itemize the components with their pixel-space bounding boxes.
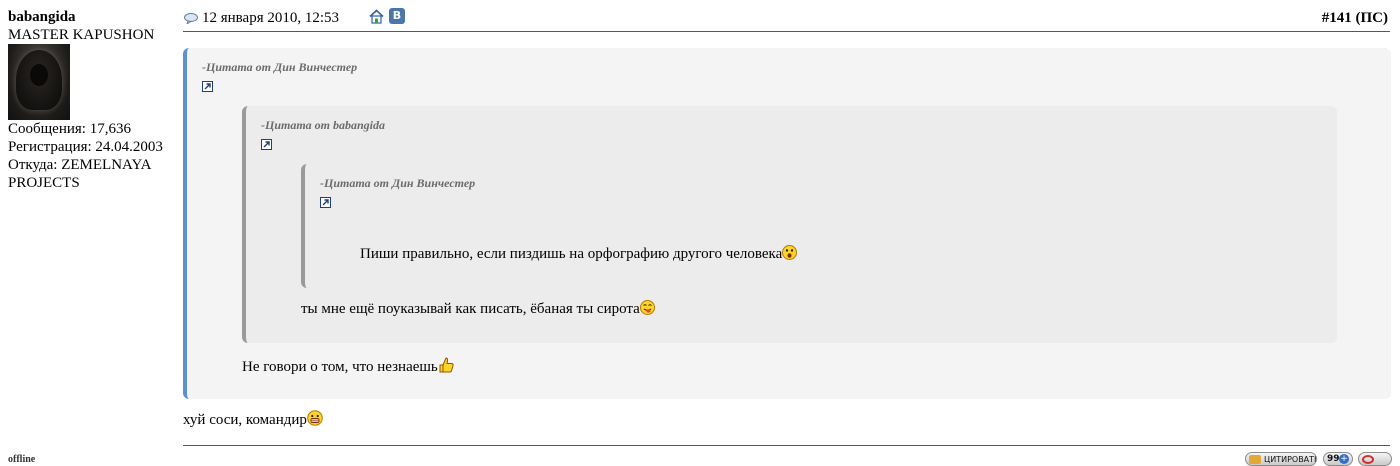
quote-text-middle: ты мне ещё поуказывай как писать, ёбаная… [301,300,655,320]
multi-quote-label: 99 [1327,454,1340,464]
plus-icon: + [1339,454,1349,464]
multi-quote-button[interactable]: 99 + [1323,452,1353,466]
post-footer-divider [183,445,1390,446]
user-registration-date: Регистрация: 24.04.2003 [8,139,163,155]
post-number-value[interactable]: #141 [1322,10,1352,26]
quote-author-inner: -Цитата от Дин Винчестер [320,176,476,190]
thumbs-up-smiley-icon [438,356,455,378]
quote-button-label: ЦИТИРОВАТЬ [1264,455,1317,464]
user-location-line2: PROJECTS [8,175,80,191]
quote-text-inner: Пиши правильно, если пиздишь на орфограф… [360,245,798,265]
speech-bubble-icon [184,11,198,26]
quote-button[interactable]: ЦИТИРОВАТЬ [1245,452,1317,466]
username[interactable]: babangida [8,8,178,26]
post-message-text: хуй соси, командир [183,412,307,428]
quote-text-middle-label: ты мне ещё поуказывай как писать, ёбаная… [301,301,640,317]
post-number-suffix[interactable]: (ПС) [1356,10,1389,26]
quote-text-outer: Не говори о том, что незнаешь [242,356,455,378]
report-button[interactable] [1358,452,1392,466]
quote-author-outer: -Цитата от Дин Винчестер [202,60,358,74]
tongue-smiley-icon [639,300,655,320]
avatar[interactable] [8,44,70,120]
quote-text-outer-label: Не говори о том, что незнаешь [242,359,438,375]
post-header: 12 января 2010, 12:53 В #141 (ПС) [183,8,1390,32]
quote-author-middle: -Цитата от babangida [261,118,386,132]
post-date: 12 января 2010, 12:53 [202,10,340,26]
quote-icon [1249,455,1261,464]
view-post-arrow-icon[interactable] [202,81,213,92]
shocked-smiley-icon [782,245,798,265]
grin-smiley-icon [307,410,323,431]
user-panel: babangida MASTER KAPUSHON Сообщения: 17,… [8,8,178,192]
home-icon[interactable] [369,9,384,24]
forum-post: babangida MASTER KAPUSHON Сообщения: 17,… [0,0,1400,466]
quote-text-inner-label: Пиши правильно, если пиздишь на орфограф… [360,246,783,262]
user-title: MASTER KAPUSHON [8,27,155,43]
user-post-count: Сообщения: 17,636 [8,121,131,137]
view-post-arrow-icon[interactable] [261,139,272,150]
vk-icon[interactable]: В [389,8,405,24]
post-message: хуй соси, командир [183,410,323,431]
user-location-line1: Откуда: ZEMELNAYA [8,157,152,173]
view-post-arrow-icon[interactable] [320,197,331,208]
report-icon [1362,455,1374,464]
post-number[interactable]: #141 (ПС) [1322,10,1388,27]
online-status: offline [8,454,36,465]
